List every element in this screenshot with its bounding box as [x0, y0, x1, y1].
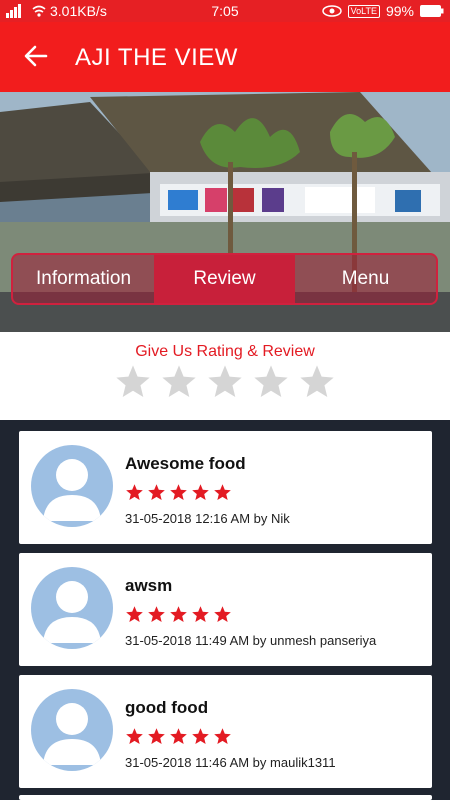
star-empty-icon[interactable]: [252, 363, 290, 401]
star-empty-icon[interactable]: [206, 363, 244, 401]
review-stars: [125, 727, 232, 746]
review-title: Awesome food: [125, 454, 246, 473]
star-filled-icon: [214, 606, 231, 623]
star-empty-icon[interactable]: [298, 363, 336, 401]
star-filled-icon: [126, 606, 143, 623]
star-filled-icon: [170, 606, 187, 623]
rating-input[interactable]: [114, 363, 336, 401]
star-filled-icon: [214, 728, 231, 745]
page-title: AJI THE VIEW: [75, 44, 238, 71]
star-filled-icon: [148, 484, 165, 501]
star-filled-icon: [192, 728, 209, 745]
star-empty-icon[interactable]: [160, 363, 198, 401]
restaurant-photo: Information Review Menu: [0, 92, 450, 332]
star-filled-icon: [126, 484, 143, 501]
tab-bar: Information Review Menu: [11, 253, 438, 305]
star-filled-icon: [148, 728, 165, 745]
review-card: Awesome food 31-05-2018 12:16 AM by Nik: [19, 431, 432, 544]
star-filled-icon: [170, 484, 187, 501]
star-filled-icon: [214, 484, 231, 501]
avatar: [31, 445, 113, 527]
review-meta: 31-05-2018 12:16 AM by Nik: [125, 511, 290, 526]
battery-icon: [420, 5, 444, 17]
avatar: [31, 567, 113, 649]
review-card: awsm 31-05-2018 11:49 AM by unmesh panse…: [19, 553, 432, 666]
review-card: [19, 795, 432, 800]
battery-percent: 99%: [385, 3, 414, 19]
tab-information[interactable]: Information: [13, 255, 154, 303]
review-title: awsm: [125, 576, 173, 595]
star-filled-icon: [126, 728, 143, 745]
star-filled-icon: [170, 728, 187, 745]
review-meta: 31-05-2018 11:49 AM by unmesh panseriya: [125, 633, 377, 648]
review-stars: [125, 483, 232, 502]
star-filled-icon: [148, 606, 165, 623]
rating-title: Give Us Rating & Review: [135, 343, 315, 360]
back-arrow-icon[interactable]: [22, 42, 50, 70]
eye-icon: [321, 5, 342, 17]
status-bar: 3.01KB/s 7:05 VoLTE 99%: [0, 0, 450, 22]
review-meta: 31-05-2018 11:46 AM by maulik1311: [125, 755, 336, 770]
star-filled-icon: [192, 484, 209, 501]
volte-badge: VoLTE: [347, 4, 380, 18]
review-stars: [125, 605, 232, 624]
review-card: good food 31-05-2018 11:46 AM by maulik1…: [19, 675, 432, 788]
star-empty-icon[interactable]: [114, 363, 152, 401]
app-bar: AJI THE VIEW: [0, 22, 450, 92]
tab-review[interactable]: Review: [154, 255, 295, 303]
review-title: good food: [125, 698, 209, 717]
avatar: [31, 689, 113, 771]
star-filled-icon: [192, 606, 209, 623]
tab-menu[interactable]: Menu: [295, 255, 436, 303]
